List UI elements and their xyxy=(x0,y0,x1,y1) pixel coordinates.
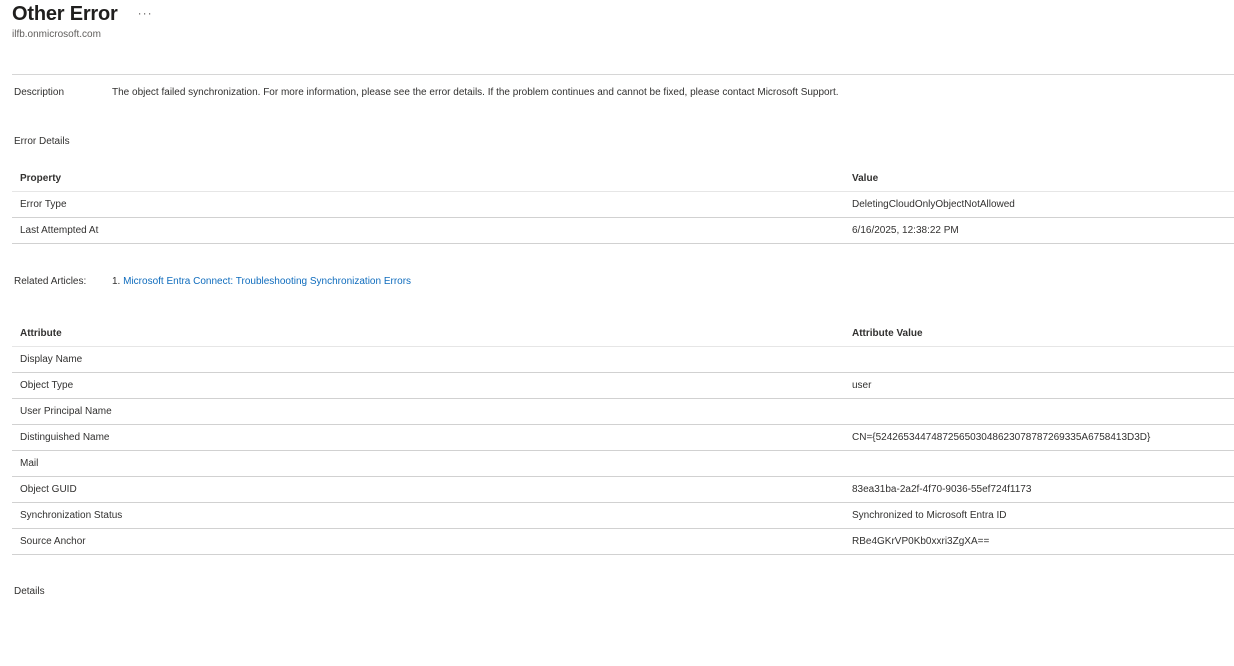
column-header-attribute: Attribute xyxy=(12,320,844,347)
related-article-number: 1. xyxy=(112,276,121,287)
attribute-value-cell: 83ea31ba-2a2f-4f70-9036-55ef724f1173 xyxy=(844,476,1234,503)
error-details-table: Property Value Error Type DeletingCloudO… xyxy=(12,165,1234,244)
table-row: Distinguished Name CN={52426534474872565… xyxy=(12,424,1234,451)
column-header-property: Property xyxy=(12,165,844,192)
title-row: Other Error ··· xyxy=(12,3,153,26)
attribute-cell: Mail xyxy=(12,450,844,477)
attribute-value-cell: Synchronized to Microsoft Entra ID xyxy=(844,502,1234,529)
page-header: Other Error ··· ilfb.onmicrosoft.com xyxy=(12,3,153,40)
attribute-value-cell: CN={524265344748725650304862307878726933… xyxy=(844,424,1234,451)
table-row: Display Name xyxy=(12,346,1234,373)
attribute-value-cell xyxy=(844,398,1234,425)
table-row: Mail xyxy=(12,450,1234,477)
property-cell: Last Attempted At xyxy=(12,217,844,244)
attribute-cell: User Principal Name xyxy=(12,398,844,425)
value-cell: 6/16/2025, 12:38:22 PM xyxy=(844,217,1234,244)
related-article-link[interactable]: Microsoft Entra Connect: Troubleshooting… xyxy=(123,276,411,287)
table-header-row: Property Value xyxy=(12,165,1234,192)
attribute-cell: Object GUID xyxy=(12,476,844,503)
table-row: User Principal Name xyxy=(12,398,1234,425)
attributes-table: Attribute Attribute Value Display Name O… xyxy=(12,320,1234,555)
more-options-button[interactable]: ··· xyxy=(138,6,153,20)
table-header-row: Attribute Attribute Value xyxy=(12,320,1234,347)
attribute-value-cell: RBe4GKrVP0Kb0xxri3ZgXA== xyxy=(844,528,1234,555)
attribute-cell: Distinguished Name xyxy=(12,424,844,451)
table-row: Object Type user xyxy=(12,372,1234,399)
description-label: Description xyxy=(14,87,65,98)
column-header-value: Value xyxy=(844,165,1234,192)
description-text: The object failed synchronization. For m… xyxy=(112,87,839,98)
attribute-value-cell xyxy=(844,450,1234,477)
attribute-cell: Synchronization Status xyxy=(12,502,844,529)
attribute-cell: Source Anchor xyxy=(12,528,844,555)
related-articles-list: 1. Microsoft Entra Connect: Troubleshoot… xyxy=(112,276,411,287)
attribute-cell: Object Type xyxy=(12,372,844,399)
column-header-attribute-value: Attribute Value xyxy=(844,320,1234,347)
error-details-label: Error Details xyxy=(14,136,70,147)
table-row: Object GUID 83ea31ba-2a2f-4f70-9036-55ef… xyxy=(12,476,1234,503)
table-row: Last Attempted At 6/16/2025, 12:38:22 PM xyxy=(12,217,1234,244)
attribute-cell: Display Name xyxy=(12,346,844,373)
related-articles-label: Related Articles: xyxy=(14,276,87,287)
details-label: Details xyxy=(14,586,45,597)
page-title: Other Error xyxy=(12,3,118,25)
tenant-subtitle: ilfb.onmicrosoft.com xyxy=(12,29,101,40)
table-row: Error Type DeletingCloudOnlyObjectNotAll… xyxy=(12,191,1234,218)
attribute-value-cell: user xyxy=(844,372,1234,399)
property-cell: Error Type xyxy=(12,191,844,218)
header-divider xyxy=(12,74,1234,75)
attribute-value-cell xyxy=(844,346,1234,373)
table-row: Source Anchor RBe4GKrVP0Kb0xxri3ZgXA== xyxy=(12,528,1234,555)
error-details-page: Other Error ··· ilfb.onmicrosoft.com Des… xyxy=(0,0,1234,666)
table-row: Synchronization Status Synchronized to M… xyxy=(12,502,1234,529)
value-cell: DeletingCloudOnlyObjectNotAllowed xyxy=(844,191,1234,218)
